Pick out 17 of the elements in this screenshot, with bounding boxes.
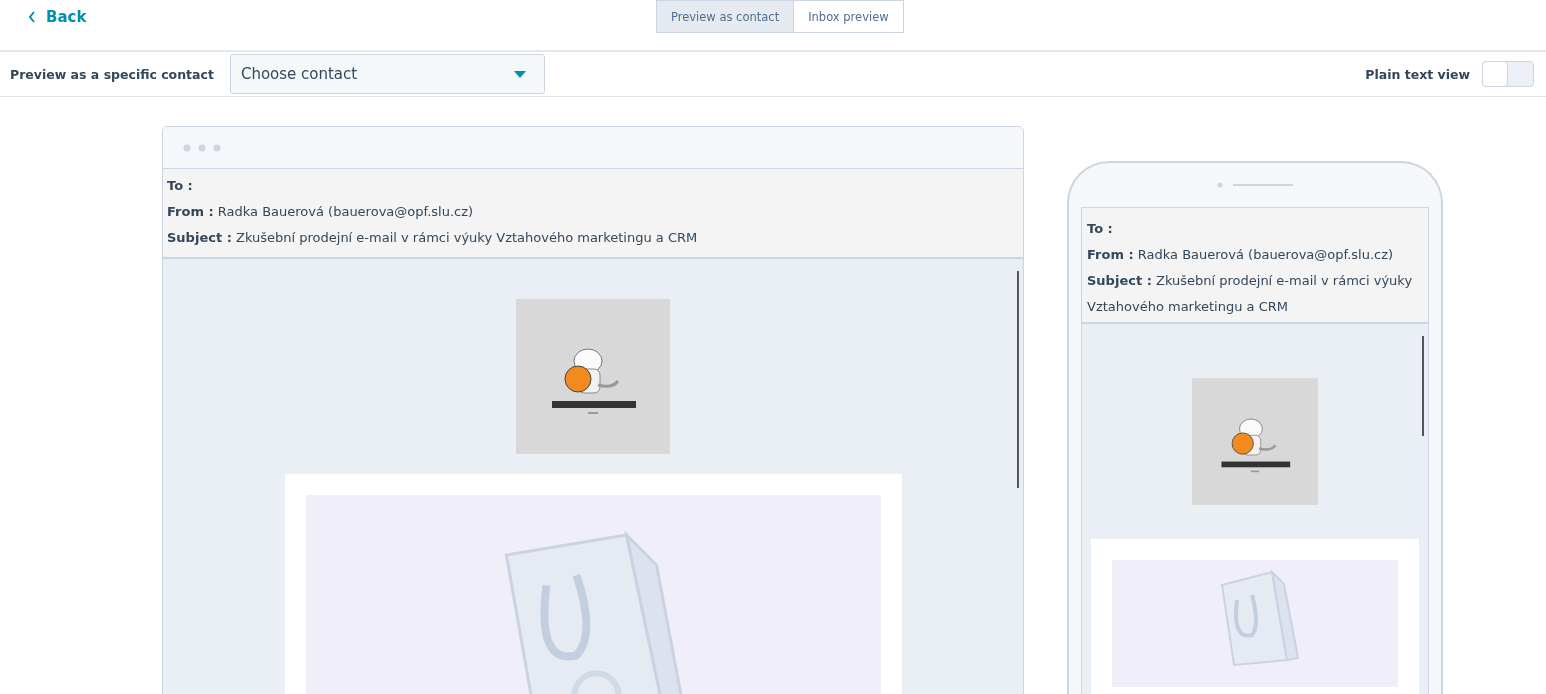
header-line: Subject : Zkušební prodejní e-mail v rámci výuky Vztahového marketingu a CRM: [167, 229, 699, 247]
header-line: From : Radka Bauerová (bauerova@opf.slu.cz): [167, 203, 475, 221]
caret-icon: [513, 70, 526, 78]
chevron-left-icon: [28, 11, 36, 23]
header-line: From : Radka Bauerová (bauerova@opf.slu.cz): [1087, 246, 1395, 264]
view-tab[interactable]: Inbox preview: [794, 0, 904, 33]
header-line: Subject : Zkušební prodejní e-mail v rámci výuky Vztahového marketingu a CRM: [1087, 272, 1414, 316]
window-dots-icon: [183, 143, 221, 152]
header-line: To :: [1087, 220, 1114, 238]
speaker-icon: [1217, 182, 1293, 188]
plain-text-toggle[interactable]: [1482, 61, 1534, 87]
header-line: To :: [167, 177, 194, 195]
contact-dropdown[interactable]: Choose contact: [229, 54, 545, 94]
contact-label: Preview as a specific contact: [10, 66, 214, 82]
view-tab[interactable]: Preview as contact: [656, 0, 795, 33]
back-link[interactable]: Back: [28, 8, 87, 26]
plain-text-label: Plain text view: [1365, 66, 1470, 82]
